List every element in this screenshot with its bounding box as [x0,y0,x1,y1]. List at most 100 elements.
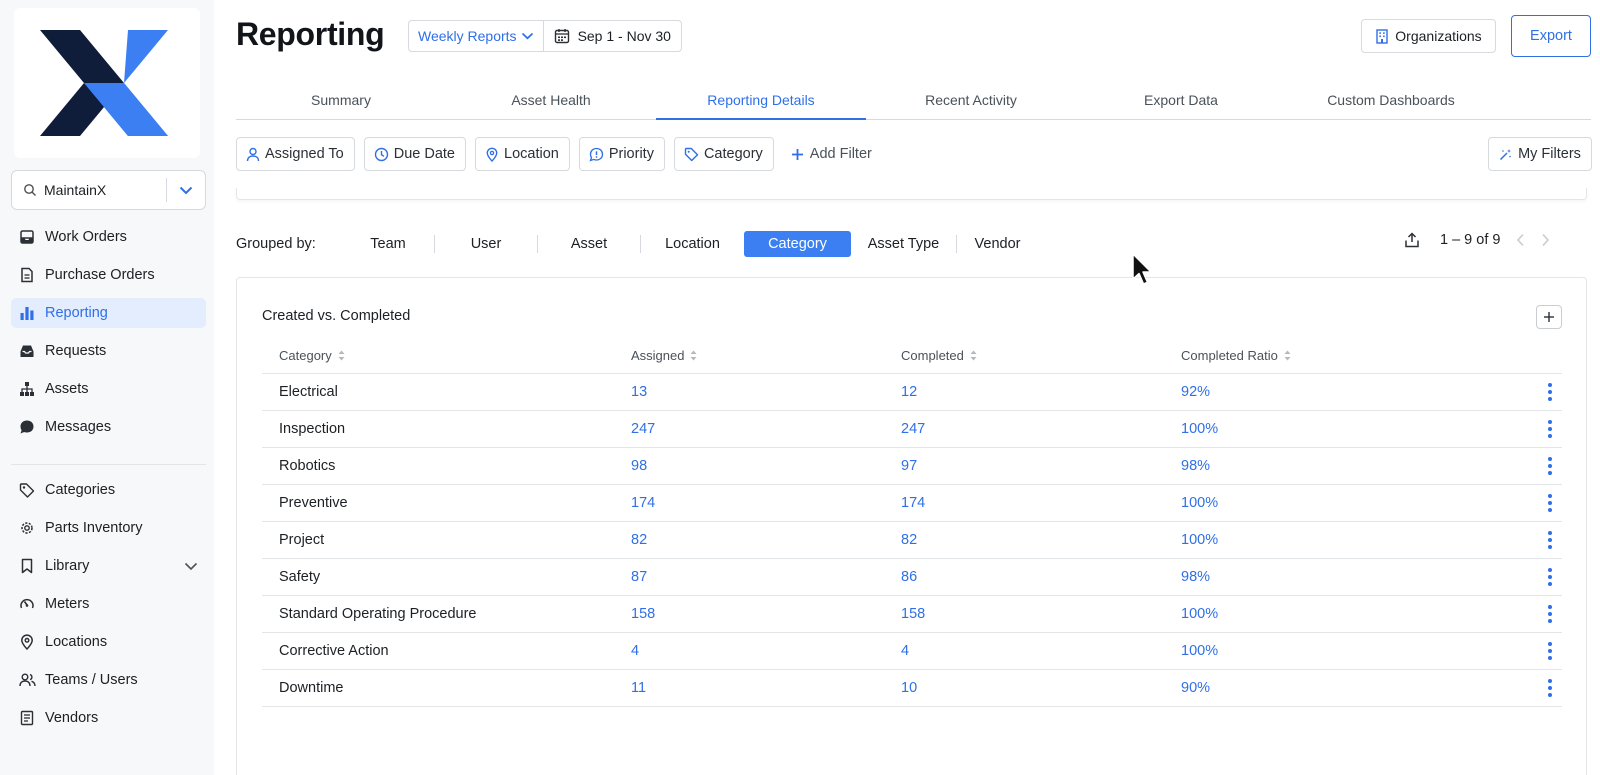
tab-custom-dashboards[interactable]: Custom Dashboards [1286,82,1496,119]
completed-cell[interactable]: 247 [901,421,1181,437]
row-menu-button[interactable] [1501,456,1562,477]
group-by-category[interactable]: Category [744,231,851,257]
reporting-tabs: Summary Asset Health Reporting Details R… [236,82,1591,120]
filter-assigned-to[interactable]: Assigned To [236,137,355,171]
completed-cell[interactable]: 174 [901,495,1181,511]
organizations-button[interactable]: Organizations [1361,19,1496,53]
ratio-cell[interactable]: 98% [1181,569,1501,585]
sidebar-item-label: Messages [45,419,112,435]
ratio-cell[interactable]: 90% [1181,680,1501,696]
ratio-cell[interactable]: 92% [1181,384,1501,400]
assigned-cell[interactable]: 13 [631,384,901,400]
sidebar-item-label: Requests [45,343,107,359]
sidebar-item-purchase-orders[interactable]: Purchase Orders [11,260,206,290]
column-header-assigned[interactable]: Assigned [631,348,901,363]
row-menu-button[interactable] [1501,567,1562,588]
completed-cell[interactable]: 158 [901,606,1181,622]
group-by-user[interactable]: User [435,231,537,257]
sidebar-item-library[interactable]: Library [11,551,206,581]
add-filter-button[interactable]: Add Filter [791,146,872,162]
ratio-cell[interactable]: 100% [1181,421,1501,437]
table-row[interactable]: Downtime 11 10 90% [262,670,1562,707]
group-by-vendor[interactable]: Vendor [957,231,1038,257]
table-row[interactable]: Corrective Action 4 4 100% [262,633,1562,670]
group-by-asset[interactable]: Asset [538,231,640,257]
assigned-cell[interactable]: 82 [631,532,901,548]
completed-cell[interactable]: 97 [901,458,1181,474]
assigned-cell[interactable]: 174 [631,495,901,511]
tab-asset-health[interactable]: Asset Health [446,82,656,119]
filter-location[interactable]: Location [475,137,570,171]
filter-due-date[interactable]: Due Date [363,137,466,171]
assigned-cell[interactable]: 247 [631,421,901,437]
sidebar-item-teams-users[interactable]: Teams / Users [11,665,206,695]
sidebar-item-meters[interactable]: Meters [11,589,206,619]
completed-cell[interactable]: 82 [901,532,1181,548]
sidebar-item-work-orders[interactable]: Work Orders [11,222,206,252]
table-row[interactable]: Safety 87 86 98% [262,559,1562,596]
my-filters-button[interactable]: My Filters [1488,137,1592,171]
filter-category[interactable]: Category [673,137,774,171]
sidebar-item-parts-inventory[interactable]: Parts Inventory [11,513,206,543]
completed-cell[interactable]: 86 [901,569,1181,585]
row-menu-button[interactable] [1501,678,1562,699]
tab-summary[interactable]: Summary [236,82,446,119]
column-header-completed[interactable]: Completed [901,348,1181,363]
tab-recent-activity[interactable]: Recent Activity [866,82,1076,119]
sidebar-item-requests[interactable]: Requests [11,336,206,366]
chevron-left-icon[interactable] [1516,233,1525,247]
ratio-cell[interactable]: 100% [1181,532,1501,548]
ratio-cell[interactable]: 98% [1181,458,1501,474]
ratio-cell[interactable]: 100% [1181,643,1501,659]
assigned-cell[interactable]: 87 [631,569,901,585]
assigned-cell[interactable]: 4 [631,643,901,659]
column-header-completed-ratio[interactable]: Completed Ratio [1181,348,1501,363]
completed-cell[interactable]: 10 [901,680,1181,696]
sidebar-item-messages[interactable]: Messages [11,412,206,442]
assigned-cell[interactable]: 98 [631,458,901,474]
filter-priority[interactable]: Priority [578,137,665,171]
sidebar-item-reporting[interactable]: Reporting [11,298,206,328]
tab-reporting-details[interactable]: Reporting Details [656,82,866,120]
group-by-location[interactable]: Location [641,231,744,257]
add-to-dashboard-button[interactable] [1536,305,1562,329]
organization-dropdown-toggle[interactable] [167,186,205,195]
sidebar-item-locations[interactable]: Locations [11,627,206,657]
share-upload-icon[interactable] [1404,232,1420,248]
sidebar-item-assets[interactable]: Assets [11,374,206,404]
export-button[interactable]: Export [1511,15,1591,57]
column-header-category[interactable]: Category [262,348,631,363]
completed-cell[interactable]: 12 [901,384,1181,400]
table-row[interactable]: Preventive 174 174 100% [262,485,1562,522]
row-menu-button[interactable] [1501,419,1562,440]
row-menu-button[interactable] [1501,493,1562,514]
row-menu-button[interactable] [1501,382,1562,403]
brand-logo[interactable] [14,8,200,158]
row-menu-button[interactable] [1501,604,1562,625]
sidebar-item-label: Categories [45,482,116,498]
table-row[interactable]: Standard Operating Procedure 158 158 100… [262,596,1562,633]
date-range-picker[interactable]: Sep 1 - Nov 30 [544,21,681,51]
group-by-team[interactable]: Team [342,231,434,257]
chevron-down-icon[interactable] [184,562,198,571]
table-row[interactable]: Robotics 98 97 98% [262,448,1562,485]
assigned-cell[interactable]: 11 [631,680,901,696]
kebab-menu-icon [1548,641,1552,662]
report-type-dropdown[interactable]: Weekly Reports [409,21,544,51]
row-menu-button[interactable] [1501,641,1562,662]
ratio-cell[interactable]: 100% [1181,495,1501,511]
sidebar-item-categories[interactable]: Categories [11,475,206,505]
sidebar-item-vendors[interactable]: Vendors [11,703,206,733]
ratio-cell[interactable]: 100% [1181,606,1501,622]
assigned-cell[interactable]: 158 [631,606,901,622]
organization-selector[interactable]: MaintainX [11,170,206,210]
chevron-right-icon[interactable] [1541,233,1550,247]
completed-cell[interactable]: 4 [901,643,1181,659]
tab-export-data[interactable]: Export Data [1076,82,1286,119]
row-menu-button[interactable] [1501,530,1562,551]
table-row[interactable]: Inspection 247 247 100% [262,411,1562,448]
group-by-asset-type[interactable]: Asset Type [851,231,956,257]
primary-nav: Work Orders Purchase Orders Reporting Re… [11,222,206,450]
table-row[interactable]: Electrical 13 12 92% [262,374,1562,411]
table-row[interactable]: Project 82 82 100% [262,522,1562,559]
